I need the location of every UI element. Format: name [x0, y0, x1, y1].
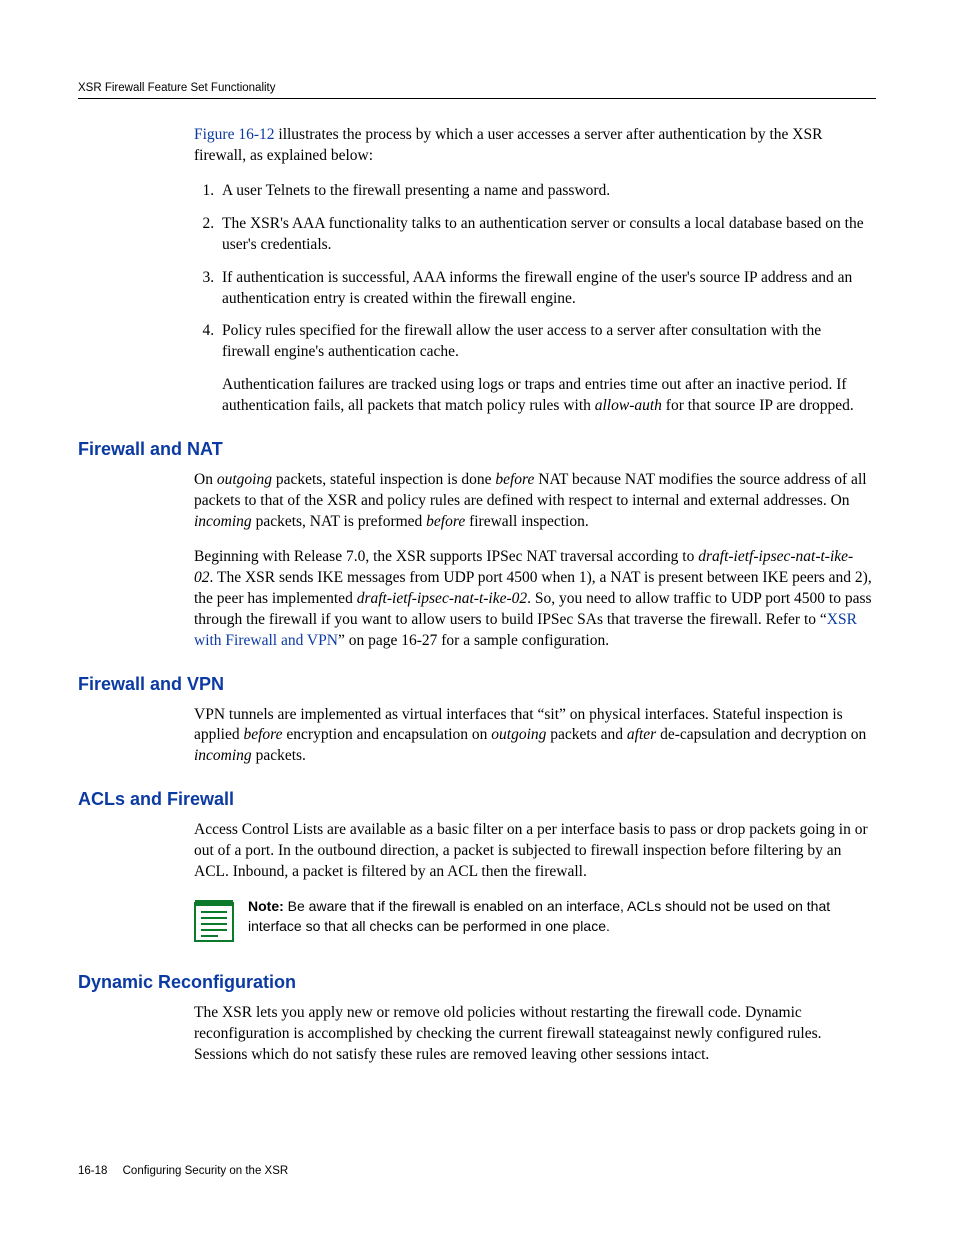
text: firewall inspection. — [465, 513, 589, 530]
step-4: Policy rules specified for the firewall … — [218, 321, 872, 417]
footer-separator — [113, 1165, 116, 1177]
note-text: Note: Be aware that if the firewall is e… — [248, 897, 872, 936]
intro-text: illustrates the process by which a user … — [194, 126, 822, 164]
step-3-text: If authentication is successful, AAA inf… — [222, 269, 852, 307]
text: On — [194, 471, 217, 488]
dynrec-p: The XSR lets you apply new or remove old… — [194, 1003, 872, 1066]
note-label: Note: — [248, 898, 284, 914]
heading-firewall-and-nat: Firewall and NAT — [78, 439, 876, 460]
ital-before: before — [495, 471, 534, 488]
text: packets, NAT is preformed — [252, 513, 426, 530]
step-4-text: Policy rules specified for the firewall … — [222, 322, 821, 360]
ital-before: before — [244, 726, 283, 743]
acls-p: Access Control Lists are available as a … — [194, 820, 872, 883]
step-2: The XSR's AAA functionality talks to an … — [218, 214, 872, 256]
steps-list: A user Telnets to the firewall presentin… — [194, 181, 872, 417]
fwnat-p2: Beginning with Release 7.0, the XSR supp… — [194, 547, 872, 652]
ital-before2: before — [426, 513, 465, 530]
firewall-vpn-body: VPN tunnels are implemented as virtual i… — [194, 705, 872, 768]
text: packets. — [252, 747, 306, 764]
heading-dynamic-reconfiguration: Dynamic Reconfiguration — [78, 972, 876, 993]
step-4-followup: Authentication failures are tracked usin… — [222, 375, 872, 417]
ital-draft2: draft-ietf-ipsec-nat-t-ike-02 — [357, 590, 527, 607]
footer-title: Configuring Security on the XSR — [123, 1165, 289, 1177]
figure-reference-link[interactable]: Figure 16-12 — [194, 126, 275, 143]
page-number: 16-18 — [78, 1165, 107, 1177]
ital-incoming: incoming — [194, 513, 252, 530]
body-column: Figure 16-12 illustrates the process by … — [194, 125, 872, 417]
text: packets and — [546, 726, 626, 743]
step-2-text: The XSR's AAA functionality talks to an … — [222, 215, 864, 253]
step-1-text: A user Telnets to the firewall presentin… — [222, 182, 610, 199]
heading-firewall-and-vpn: Firewall and VPN — [78, 674, 876, 695]
note-body: Be aware that if the firewall is enabled… — [248, 898, 830, 934]
fwvpn-p: VPN tunnels are implemented as virtual i… — [194, 705, 872, 768]
firewall-nat-body: On outgoing packets, stateful inspection… — [194, 470, 872, 651]
text: encryption and encapsulation on — [283, 726, 492, 743]
acls-body: Access Control Lists are available as a … — [194, 820, 872, 950]
step-3: If authentication is successful, AAA inf… — [218, 268, 872, 310]
page-footer: 16-18 Configuring Security on the XSR — [78, 1165, 288, 1177]
note-icon — [194, 899, 234, 950]
page: XSR Firewall Feature Set Functionality F… — [0, 0, 954, 1235]
text: ” on page 16-27 for a sample configurati… — [338, 632, 609, 649]
intro-paragraph: Figure 16-12 illustrates the process by … — [194, 125, 872, 167]
step-4b-post: for that source IP are dropped. — [662, 397, 854, 414]
text: packets, stateful inspection is done — [272, 471, 495, 488]
fwnat-p1: On outgoing packets, stateful inspection… — [194, 470, 872, 533]
ital-incoming: incoming — [194, 747, 252, 764]
dynrec-body: The XSR lets you apply new or remove old… — [194, 1003, 872, 1066]
ital-outgoing: outgoing — [491, 726, 546, 743]
text: Beginning with Release 7.0, the XSR supp… — [194, 548, 698, 565]
step-1: A user Telnets to the firewall presentin… — [218, 181, 872, 202]
ital-outgoing: outgoing — [217, 471, 272, 488]
ital-after: after — [627, 726, 656, 743]
running-head: XSR Firewall Feature Set Functionality — [78, 82, 876, 99]
step-4b-ital: allow-auth — [595, 397, 662, 414]
text: de-capsulation and decryption on — [656, 726, 866, 743]
heading-acls-and-firewall: ACLs and Firewall — [78, 789, 876, 810]
note-block: Note: Be aware that if the firewall is e… — [194, 897, 872, 950]
